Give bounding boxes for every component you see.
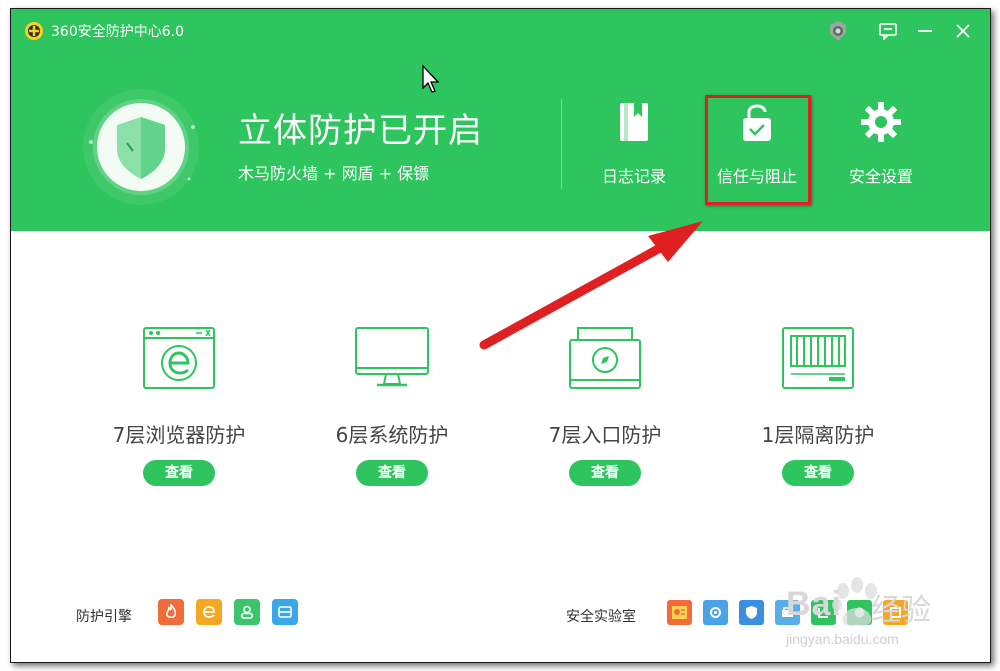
protection-engine-label: 防护引擎 — [76, 609, 132, 625]
isolation-icon — [782, 327, 854, 389]
shield-status-icon — [83, 89, 199, 205]
feature-label: 6层系统防护 — [335, 423, 449, 447]
log-records-button[interactable]: 日志记录 — [584, 99, 684, 199]
mouse-cursor-icon — [422, 64, 440, 93]
feature-isolation-protection: 1层隔离防护 查看 — [718, 324, 918, 486]
close-icon[interactable] — [951, 19, 975, 43]
gear-icon — [861, 102, 901, 142]
feature-label: 1层隔离防护 — [761, 423, 875, 447]
status-title: 立体防护已开启 — [238, 111, 483, 151]
feature-system-protection: 6层系统防护 查看 — [292, 324, 492, 486]
status-subtitle: 木马防火墙 + 网盾 + 保镖 — [238, 164, 430, 183]
view-button[interactable]: 查看 — [782, 460, 854, 486]
header-panel: 360安全防护中心6.0 立体防护已开启 木马防火墙 + 网盾 + 保镖 日志记… — [11, 9, 990, 231]
view-button[interactable]: 查看 — [356, 460, 428, 486]
feature-entry-protection: 7层入口防护 查看 — [505, 324, 705, 486]
highlight-annotation-box — [705, 95, 811, 205]
header-divider — [561, 99, 562, 189]
log-book-icon — [620, 103, 648, 141]
engine-flame-icon[interactable] — [158, 599, 184, 625]
feature-label: 7层浏览器防护 — [112, 423, 246, 447]
app-title: 360安全防护中心6.0 — [51, 24, 184, 40]
log-records-label: 日志记录 — [601, 167, 666, 186]
minimize-icon[interactable] — [913, 19, 937, 43]
title-bar: 360安全防护中心6.0 — [11, 9, 990, 49]
watermark-url: jingyan.baidu.com — [786, 631, 899, 647]
security-settings-label: 安全设置 — [848, 167, 913, 186]
view-button[interactable]: 查看 — [569, 460, 641, 486]
screenshot-frame: 360安全防护中心6.0 立体防护已开启 木马防火墙 + 网盾 + 保镖 日志记… — [0, 0, 1000, 671]
feature-label: 7层入口防护 — [548, 423, 662, 447]
engine-window-icon[interactable] — [272, 599, 298, 625]
lab-tool-1-icon[interactable] — [667, 600, 692, 625]
view-button[interactable]: 查看 — [143, 460, 215, 486]
security-lab-label: 安全实验室 — [566, 609, 636, 625]
feedback-icon[interactable] — [876, 19, 900, 43]
feature-browser-protection: 7层浏览器防护 查看 — [79, 324, 279, 486]
browser-icon — [143, 327, 215, 389]
monitor-icon — [355, 327, 429, 387]
engine-browser-icon[interactable] — [196, 599, 222, 625]
account-badge-icon[interactable] — [826, 19, 850, 43]
app-logo-icon — [25, 22, 43, 40]
security-settings-button[interactable]: 安全设置 — [831, 99, 931, 199]
engine-user-icon[interactable] — [234, 599, 260, 625]
watermark-text-cn: 经验 — [871, 593, 931, 628]
watermark-text: Bai — [786, 585, 842, 623]
lab-tool-3-icon[interactable] — [739, 600, 764, 625]
app-window: 360安全防护中心6.0 立体防护已开启 木马防火墙 + 网盾 + 保镖 日志记… — [10, 8, 991, 663]
lab-tool-2-icon[interactable] — [703, 600, 728, 625]
compass-box-icon — [569, 327, 641, 389]
